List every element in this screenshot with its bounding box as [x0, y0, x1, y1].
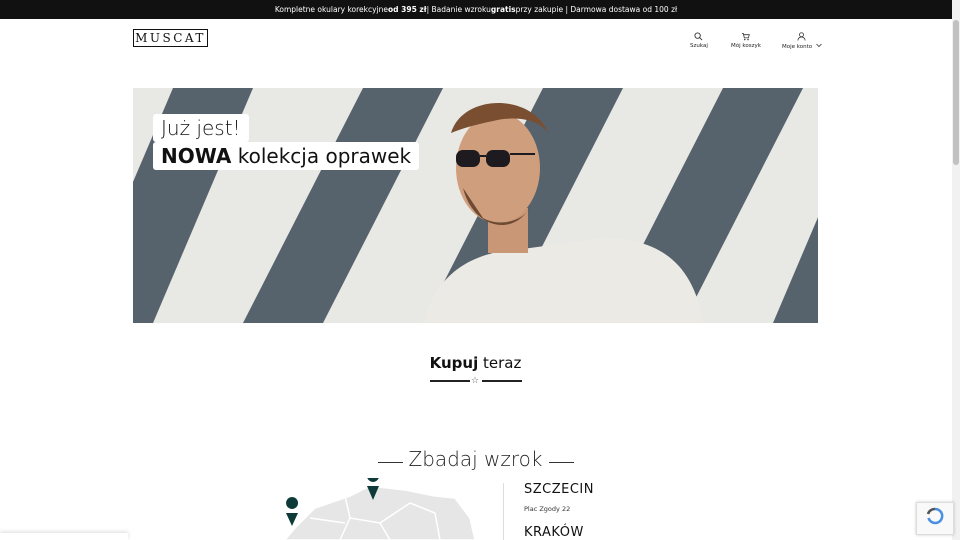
- shop-now-rest: teraz: [478, 354, 522, 372]
- promo-text-2: | Badanie wzroku: [426, 5, 491, 14]
- location-address: Plac Zgody 22: [524, 505, 571, 513]
- hero-headline-1: Już jest!: [153, 114, 249, 142]
- hero-headline-2: NOWA kolekcja oprawek: [153, 142, 420, 170]
- map-pin-icon: [286, 497, 299, 526]
- search-icon: [694, 32, 703, 41]
- search-label: Szukaj: [690, 43, 708, 49]
- hero-headline-rest: kolekcja oprawek: [231, 144, 412, 168]
- exam-line-right: [549, 462, 574, 463]
- nav-search[interactable]: Szukaj: [690, 32, 708, 49]
- promo-text-1: Kompletne okulary korekcyjne: [274, 5, 389, 14]
- promo-bar: Kompletne okulary korekcyjne od 395 zł |…: [0, 0, 952, 19]
- logo[interactable]: MUSCAT: [133, 29, 208, 47]
- user-icon: [797, 32, 806, 41]
- scrollbar-thumb[interactable]: [953, 20, 959, 165]
- recaptcha-icon: [926, 507, 944, 525]
- chevron-down-icon: [816, 43, 822, 48]
- promo-text-3: przy zakupie | Darmowa dostawa od 100 zł: [515, 5, 678, 14]
- cart-icon: [742, 32, 751, 41]
- star-icon: ☆: [471, 376, 480, 386]
- locations-divider: [503, 483, 504, 540]
- shop-now-title: Kupuj teraz: [133, 354, 818, 372]
- shop-now-bold: Kupuj: [429, 354, 479, 372]
- poland-map[interactable]: [270, 478, 490, 540]
- exam-title: Zbadaj wzrok: [408, 447, 543, 471]
- nav-account[interactable]: Moje konto: [782, 32, 822, 50]
- promo-gratis: gratis: [490, 5, 516, 14]
- hero-headline-bold: NOWA: [161, 144, 232, 168]
- nav-cart[interactable]: Mój koszyk: [731, 32, 761, 49]
- promo-price: od 395 zł: [388, 5, 427, 14]
- cart-label: Mój koszyk: [731, 43, 761, 49]
- cookie-bar[interactable]: [0, 533, 128, 540]
- location-city[interactable]: SZCZECIN: [524, 482, 594, 497]
- divider-right: [482, 380, 522, 382]
- hero-banner[interactable]: Już jest! NOWA kolekcja oprawek: [133, 88, 818, 323]
- location-city[interactable]: KRAKÓW: [524, 525, 584, 540]
- account-label: Moje konto: [782, 44, 813, 50]
- recaptcha-badge[interactable]: [916, 502, 954, 535]
- page-scrollbar[interactable]: [952, 0, 960, 540]
- divider-left: [430, 380, 470, 382]
